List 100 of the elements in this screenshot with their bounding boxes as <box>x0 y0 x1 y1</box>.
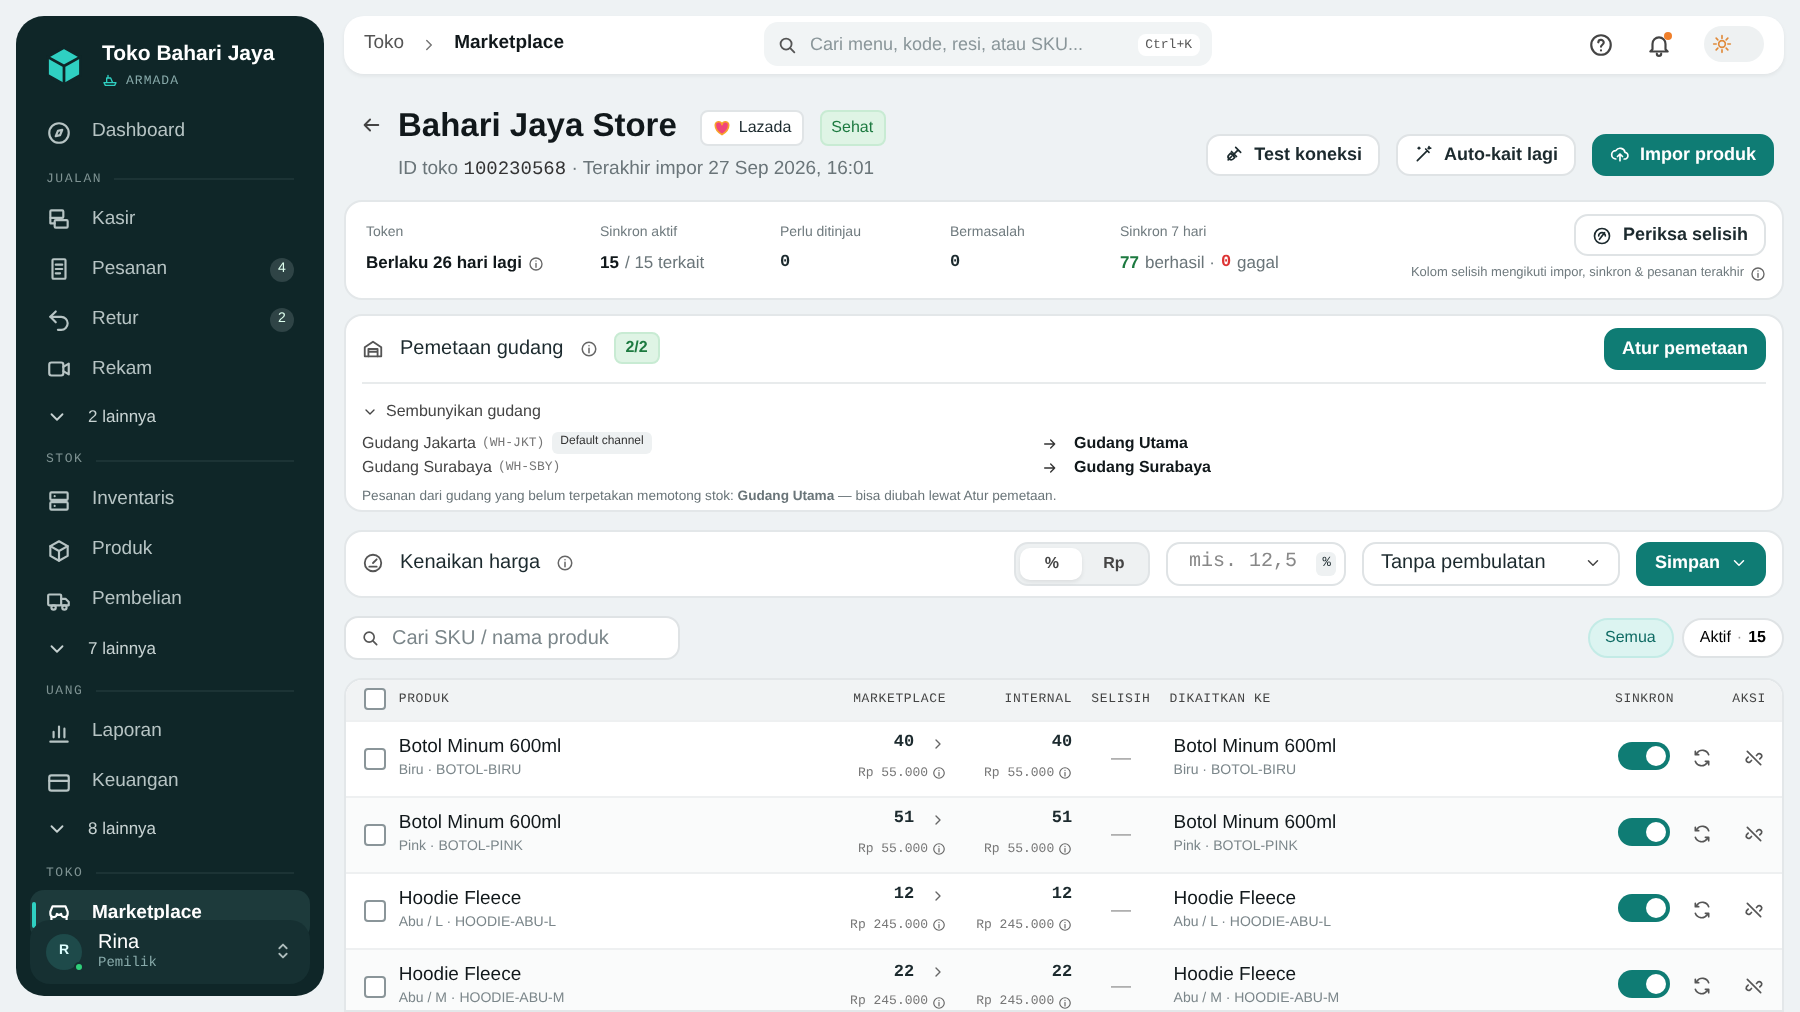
stock-qty: 51 <box>893 806 915 833</box>
more-link[interactable]: 7 lainnya <box>30 626 310 670</box>
truck-icon <box>46 588 72 614</box>
difference-value: — <box>1110 899 1131 922</box>
save-button[interactable]: Simpan <box>1636 541 1766 586</box>
nav-item[interactable]: Produk <box>30 526 310 576</box>
arrow-right-icon <box>1042 435 1058 452</box>
notification-button[interactable] <box>1646 31 1672 58</box>
row-checkbox[interactable] <box>364 823 386 846</box>
filter-chip[interactable]: Aktif · 15 <box>1681 618 1784 659</box>
filter-chip[interactable]: Semua <box>1587 618 1674 659</box>
action-button[interactable]: Auto-kait lagi <box>1395 133 1576 176</box>
stock-qty: 12 <box>893 882 915 909</box>
sync-toggle[interactable] <box>1618 817 1671 846</box>
sync-toggle[interactable] <box>1618 893 1671 922</box>
nav-item[interactable]: Kasir <box>30 194 310 245</box>
stat-value: berhasil · <box>1144 250 1215 276</box>
info-icon <box>579 339 598 358</box>
stock-qty: 40 <box>893 730 915 757</box>
info-icon <box>1750 266 1766 283</box>
more-link[interactable]: 8 lainnya <box>30 807 310 852</box>
stat-value: 0 <box>780 250 791 276</box>
warehouse-icon <box>362 337 384 360</box>
gauge-icon <box>362 552 384 575</box>
sync-toggle[interactable] <box>1618 741 1671 770</box>
breadcrumb-item[interactable]: Toko <box>364 30 405 59</box>
mode-tab[interactable]: Rp <box>1082 547 1145 580</box>
help-button[interactable] <box>1588 31 1614 58</box>
linked-product-name: Botol Minum 600ml <box>1173 733 1339 762</box>
info-icon <box>1058 766 1073 781</box>
camera-icon <box>46 356 72 383</box>
rounding-select[interactable]: Tanpa pembulatan <box>1362 541 1621 586</box>
nav-item[interactable]: Rekam <box>30 344 310 395</box>
row-checkbox[interactable] <box>364 747 386 770</box>
select-all-checkbox[interactable] <box>364 688 386 711</box>
stat-value: 0 <box>1220 250 1232 276</box>
row-checkbox[interactable] <box>364 899 386 922</box>
difference-value: — <box>1110 823 1131 846</box>
refresh-button[interactable] <box>1692 900 1712 921</box>
refresh-icon <box>1692 824 1712 845</box>
unlink-button[interactable] <box>1744 900 1764 921</box>
store-meta: ID toko 100230568 · Terakhir impor 27 Sep 2026, 16:01 <box>398 155 877 184</box>
more-link[interactable]: 2 lainnya <box>30 394 310 439</box>
nav-item[interactable]: Dashboard <box>30 107 310 157</box>
nav-item[interactable]: Pembelian <box>30 576 310 626</box>
product-search-field[interactable]: Cari SKU / nama produk <box>344 616 680 661</box>
bell-icon <box>1646 31 1672 58</box>
difference-value: — <box>1110 747 1131 770</box>
info-icon <box>932 995 947 1010</box>
card-title: Kenaikan harga <box>400 550 541 579</box>
stat-value: / 15 terkait <box>624 250 705 276</box>
cloud-upload-icon <box>1610 144 1630 165</box>
refresh-button[interactable] <box>1692 976 1712 997</box>
stock-qty: 22 <box>893 959 915 985</box>
unlink-button[interactable] <box>1744 824 1764 845</box>
row-checkbox[interactable] <box>364 975 386 998</box>
nav-item[interactable]: Inventaris <box>30 476 310 526</box>
stat-value: 15 <box>600 250 619 276</box>
mapping-button[interactable]: Atur pemetaan <box>1603 327 1766 370</box>
stock-qty: 40 <box>1049 730 1073 757</box>
nav-item[interactable]: Keuangan <box>30 757 310 808</box>
difference-value: — <box>1110 975 1131 998</box>
info-icon <box>932 842 947 857</box>
document-icon <box>46 256 72 283</box>
search-icon <box>360 628 380 649</box>
help-icon <box>1588 31 1614 58</box>
nav-item[interactable]: Laporan <box>30 707 310 758</box>
chevron-updown-icon <box>272 940 294 963</box>
card-icon <box>46 769 72 796</box>
stat-value: 0 <box>950 250 961 276</box>
back-button[interactable] <box>360 113 382 136</box>
store-title: Bahari Jaya Store <box>398 107 677 148</box>
undo-icon <box>46 306 72 333</box>
info-icon <box>556 554 575 573</box>
linked-product-name: Hoodie Fleece <box>1173 962 1299 991</box>
heart-icon <box>712 117 733 138</box>
info-icon <box>1058 918 1073 933</box>
register-icon <box>46 206 72 233</box>
unlink-icon <box>1744 748 1764 769</box>
action-button[interactable]: Impor produk <box>1592 133 1774 176</box>
unlink-button[interactable] <box>1744 976 1764 997</box>
arrow-right-icon <box>1042 459 1058 476</box>
refresh-icon <box>1692 976 1712 997</box>
back-icon <box>360 113 382 136</box>
warehouse-name: Gudang Jakarta <box>362 431 476 456</box>
stat-value: 77 <box>1120 250 1139 276</box>
theme-toggle[interactable] <box>1704 26 1764 63</box>
linked-product-name: Hoodie Fleece <box>1173 885 1299 914</box>
linked-product-name: Botol Minum 600ml <box>1173 809 1339 838</box>
toggle-link[interactable]: Sembunyikan gudang <box>362 399 541 424</box>
refresh-button[interactable] <box>1692 824 1712 845</box>
sync-toggle[interactable] <box>1618 969 1671 998</box>
mode-tab[interactable]: % <box>1020 547 1083 580</box>
channel-badge: Lazada <box>700 109 804 146</box>
check-button[interactable]: Periksa selisih <box>1574 214 1766 257</box>
action-button[interactable]: Test koneksi <box>1206 133 1380 176</box>
refresh-button[interactable] <box>1692 748 1712 769</box>
unlink-button[interactable] <box>1744 748 1764 769</box>
unlink-icon <box>1744 900 1764 921</box>
brand-name: Toko Bahari Jaya <box>102 40 275 70</box>
